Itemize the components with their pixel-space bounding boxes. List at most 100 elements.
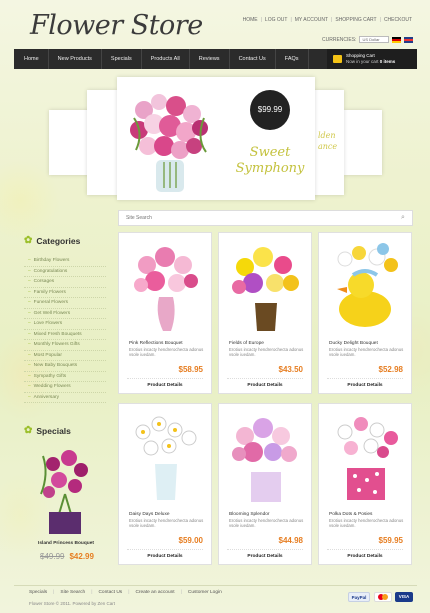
cart-prefix: Now in your cart — [346, 59, 379, 64]
product-image[interactable] — [125, 410, 207, 508]
nav-contact-us[interactable]: Contact Us — [230, 49, 276, 69]
top-link-account[interactable]: MY ACCOUNT — [295, 17, 328, 23]
flower-icon: ✿ — [24, 235, 33, 246]
product-name[interactable]: Blooming Splendor — [229, 512, 270, 517]
category-item[interactable]: – Love Flowers — [24, 319, 106, 330]
shopping-cart-box[interactable]: Shopping Cart Now in your cart 0 items — [327, 49, 417, 69]
product-name[interactable]: Polka Dots & Posies — [329, 512, 372, 517]
product-details-link[interactable]: Product Details — [219, 383, 311, 388]
product-name[interactable]: Daisy Days Deluxe — [129, 512, 170, 517]
copyright: Flower Store © 2011. Powered by Zen Cart — [29, 601, 116, 606]
nav-products-all[interactable]: Products All — [142, 49, 190, 69]
special-old-price: $49.99 — [40, 552, 65, 561]
product-description: Erotius incacty hendrerochecta adonus vs… — [229, 518, 304, 528]
special-product-price: $49.99 $42.99 — [40, 552, 94, 561]
nav-home[interactable]: Home — [14, 49, 49, 69]
site-logo[interactable]: Flower Store — [30, 10, 203, 41]
category-item[interactable]: – Most Popular — [24, 351, 106, 361]
german-flag-icon[interactable] — [392, 36, 402, 43]
category-item[interactable]: – Wedding Flowers — [24, 382, 106, 393]
footer-link-specials[interactable]: Specials — [29, 590, 47, 595]
slider-card[interactable] — [87, 90, 117, 195]
nav-faqs[interactable]: FAQs — [276, 49, 309, 69]
main-nav: Home New Products Specials Products All … — [14, 49, 417, 69]
product-image[interactable] — [125, 239, 207, 337]
category-item[interactable]: – Congratulations — [24, 267, 106, 277]
nav-specials[interactable]: Specials — [102, 49, 142, 69]
product-card[interactable]: Blooming Splendor Erotius incacty hendre… — [218, 403, 312, 565]
currency-selector: CURRENCIES: US Dollar — [322, 36, 414, 43]
product-card[interactable]: Fields of Europe Erotius incacty hendrer… — [218, 232, 312, 394]
product-name[interactable]: Ducky Delight Bouquet — [329, 341, 378, 346]
product-card[interactable]: Polka Dots & Posies Erotius incacty hend… — [318, 403, 412, 565]
footer-link-create-account[interactable]: Create an account — [135, 590, 174, 595]
top-link-checkout[interactable]: CHECKOUT — [384, 17, 412, 23]
category-item[interactable]: – Corsages — [24, 277, 106, 288]
category-item[interactable]: – Get Well Flowers — [24, 309, 106, 319]
special-product-name[interactable]: Island Princess Bouquet — [38, 541, 94, 546]
product-image[interactable] — [325, 239, 407, 337]
top-link-logout[interactable]: LOG OUT — [265, 17, 288, 23]
currency-label: CURRENCIES: — [322, 36, 357, 43]
product-price: $43.50 — [278, 365, 303, 374]
cart-icon — [333, 55, 342, 63]
product-details-link[interactable]: Product Details — [219, 554, 311, 559]
product-description: Erotius incacty hendrerochecta adonus vs… — [329, 347, 404, 357]
product-image[interactable] — [225, 239, 307, 337]
paypal-icon: PayPal — [348, 592, 370, 602]
footer-link-login[interactable]: Customer Login — [188, 590, 222, 595]
category-item[interactable]: – Funeral Flowers — [24, 298, 106, 309]
product-card[interactable]: Pink Reflections Bouquet Erotius incacty… — [118, 232, 212, 394]
footer-divider — [14, 585, 417, 586]
divider — [227, 378, 303, 379]
slider-card[interactable] — [344, 110, 382, 175]
category-item[interactable]: – New Baby Bouquets — [24, 361, 106, 372]
top-link-home[interactable]: HOME — [243, 17, 258, 23]
product-price: $59.95 — [378, 536, 403, 545]
currency-select[interactable]: US Dollar — [359, 36, 390, 43]
divider — [227, 549, 303, 550]
product-details-link[interactable]: Product Details — [319, 554, 411, 559]
slider-side-text: lden ance — [318, 131, 338, 151]
search-input[interactable] — [126, 215, 394, 221]
product-image[interactable] — [225, 410, 307, 508]
product-name[interactable]: Fields of Europe — [229, 341, 264, 346]
search-icon[interactable]: ⌕ — [394, 211, 412, 225]
slider-title: Sweet Symphony — [230, 145, 310, 177]
special-product-image[interactable] — [35, 444, 95, 539]
product-image[interactable] — [325, 410, 407, 508]
product-card[interactable]: Daisy Days Deluxe Erotius incacty hendre… — [118, 403, 212, 565]
product-card[interactable]: Ducky Delight Bouquet Erotius incacty he… — [318, 232, 412, 394]
categories-title: Categories — [36, 235, 81, 246]
product-price: $52.98 — [378, 365, 403, 374]
category-item[interactable]: – Monthly Flowers Gifts — [24, 340, 106, 351]
category-item[interactable]: – Mixed Fresh Bouquets — [24, 330, 106, 340]
slider-title-line2: Symphony — [235, 161, 305, 176]
product-details-link[interactable]: Product Details — [119, 383, 211, 388]
slider-card[interactable] — [49, 110, 89, 175]
top-link-cart[interactable]: SHOPPING CART — [335, 17, 376, 23]
product-description: Erotius incacty hendrerochecta adonus vs… — [129, 518, 204, 528]
specials-title: Specials — [36, 425, 71, 436]
divider — [327, 549, 403, 550]
footer-link-contact[interactable]: Contact Us — [98, 590, 122, 595]
category-item[interactable]: – Anniversary — [24, 393, 106, 403]
nav-reviews[interactable]: Reviews — [190, 49, 230, 69]
product-details-link[interactable]: Product Details — [119, 554, 211, 559]
slider-title-line1: Sweet — [249, 145, 291, 160]
category-item[interactable]: – Family Flowers — [24, 288, 106, 298]
english-flag-icon[interactable] — [404, 36, 414, 43]
footer-link-site-search[interactable]: Site Search — [60, 590, 85, 595]
specials-heading: ✿ Specials — [24, 425, 71, 436]
divider — [327, 378, 403, 379]
product-price: $58.95 — [178, 365, 203, 374]
product-name[interactable]: Pink Reflections Bouquet — [129, 341, 183, 346]
category-item[interactable]: – Sympathy Gifts — [24, 372, 106, 382]
divider — [127, 549, 203, 550]
category-item[interactable]: – Birthday Flowers — [24, 256, 106, 267]
mastercard-icon — [374, 592, 392, 602]
nav-new-products[interactable]: New Products — [49, 49, 102, 69]
categories-heading: ✿ Categories — [24, 235, 80, 246]
slider-bouquet-image — [130, 94, 208, 192]
product-details-link[interactable]: Product Details — [319, 383, 411, 388]
